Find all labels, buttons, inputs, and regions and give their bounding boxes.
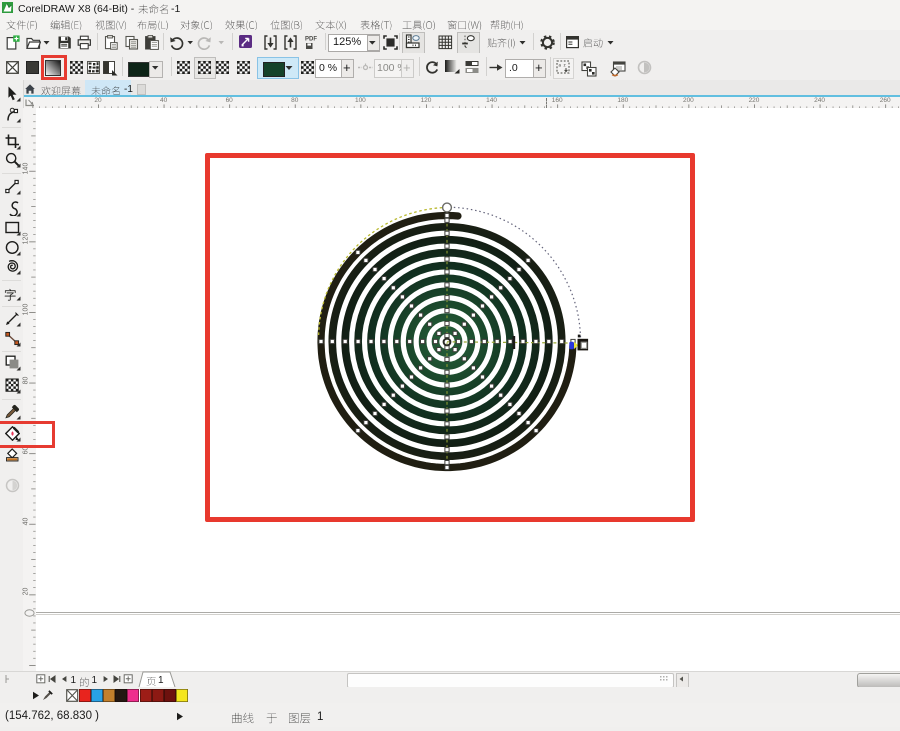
svg-text:PDF: PDF [305,36,317,42]
svg-text:z: z [563,63,566,68]
svg-text:a: a [558,63,561,68]
